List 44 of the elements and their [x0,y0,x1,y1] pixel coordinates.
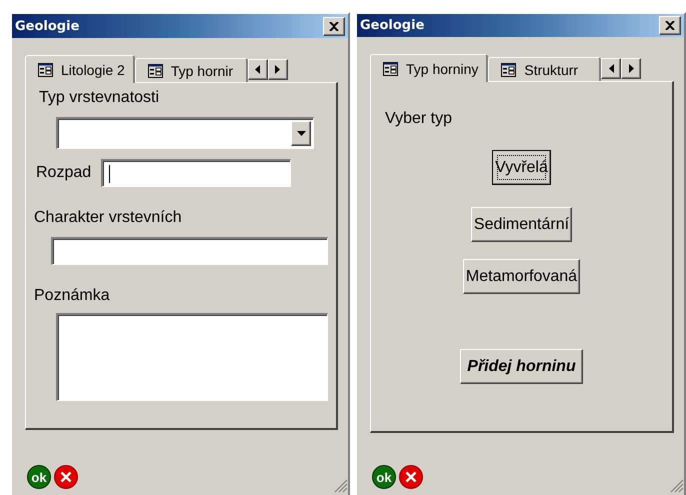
right-triangle-icon [275,65,280,74]
field-label: Charakter vrstevních [34,209,182,228]
close-icon [665,21,675,30]
tab[interactable]: Strukturr [488,57,602,82]
window-title: Geologie [15,18,80,34]
cancel-icon[interactable] [54,465,78,489]
tab[interactable]: Typ horniny [370,54,488,82]
dropdown-field[interactable] [56,117,314,150]
left-triangle-icon [255,65,260,74]
scroll-left-button[interactable] [601,58,622,80]
ok-icon[interactable]: ok [27,465,51,489]
field-label: Rozpad [36,164,92,182]
cancel-icon[interactable] [399,465,423,489]
input-field[interactable] [101,159,292,188]
resize-grip-icon[interactable] [334,479,348,493]
scroll-right-button[interactable] [621,58,642,80]
right-triangle-icon [628,64,634,74]
scroll-left-button[interactable] [248,59,268,80]
form-icon [148,64,163,78]
close-button[interactable] [323,16,345,36]
resize-grip-icon[interactable] [670,479,684,493]
button[interactable]: Přidej horninu [460,349,583,384]
text-area[interactable] [56,313,328,402]
close-icon [329,22,339,31]
form-icon [383,62,398,76]
button[interactable]: Vyvřelá [492,150,551,186]
tab[interactable]: Litologie 2 [25,55,135,84]
tab[interactable]: Typ hornir [134,58,248,82]
close-button[interactable] [659,16,681,36]
dropdown-button[interactable] [291,121,311,146]
field-label: Typ vrstevnatosti [39,89,160,108]
field-label: Vyber typ [385,110,452,128]
form-icon [501,62,516,77]
field-label: Poznámka [34,287,110,306]
text-cursor [109,164,110,183]
input-field[interactable] [51,237,328,266]
ok-icon[interactable]: ok [372,465,396,489]
down-triangle-icon [296,131,306,136]
button[interactable]: Metamorfovaná [462,259,580,294]
form-icon [38,62,53,77]
left-triangle-icon [608,64,614,74]
window-title: Geologie [360,18,424,34]
button[interactable]: Sedimentární [470,207,572,242]
scroll-right-button[interactable] [268,59,288,80]
